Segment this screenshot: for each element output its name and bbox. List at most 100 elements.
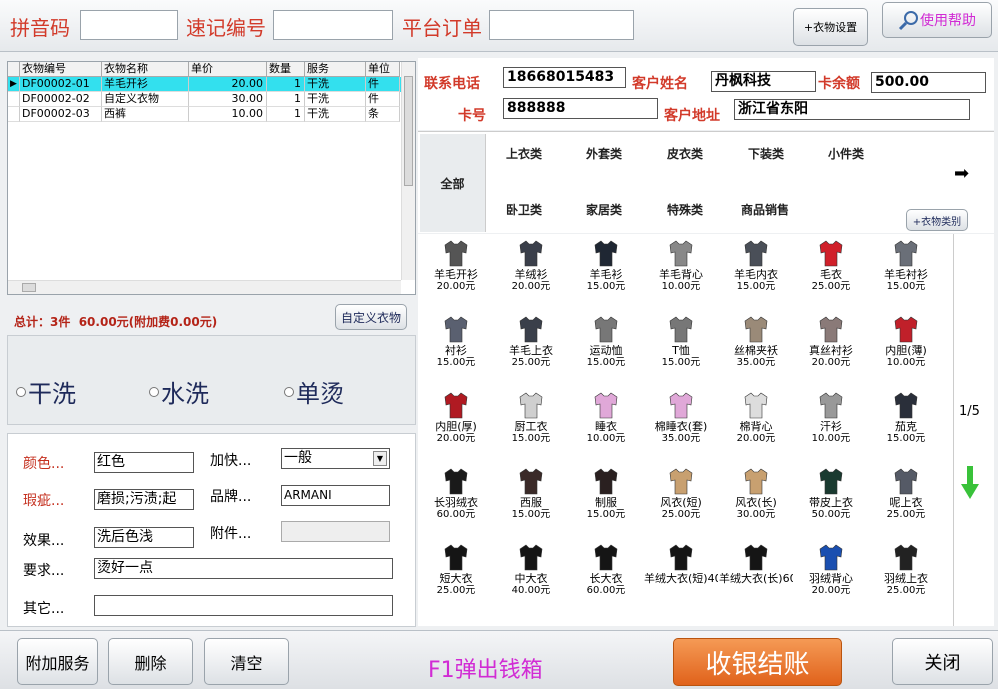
clothing-item[interactable]: 短大衣 25.00元 (418, 540, 494, 615)
col-header[interactable]: 衣物编号 (20, 62, 102, 77)
help-button[interactable]: 使用帮助 (882, 2, 992, 38)
clothing-item[interactable]: 羊绒大衣(短)40.... (643, 540, 719, 615)
accessory-field[interactable] (281, 521, 390, 542)
clothing-item[interactable]: 厨工衣 15.00元 (493, 388, 569, 463)
radio-iron-only[interactable]: 单烫 (284, 374, 344, 409)
scroll-thumb[interactable] (404, 76, 413, 186)
clothing-item[interactable]: 汗衫 10.00元 (793, 388, 869, 463)
flaw-label[interactable]: 瑕疵... (23, 490, 64, 510)
clothing-item[interactable]: 羊毛背心 10.00元 (643, 236, 719, 311)
color-label[interactable]: 颜色... (23, 453, 64, 473)
clothing-item[interactable]: 羊绒大衣(长)60.... (718, 540, 794, 615)
radio-water-wash[interactable]: 水洗 (149, 374, 209, 409)
clothing-item[interactable]: 运动恤 15.00元 (568, 312, 644, 387)
clothing-item[interactable]: 衬衫 15.00元 (418, 312, 494, 387)
delete-button[interactable]: 删除 (108, 638, 193, 685)
close-button[interactable]: 关闭 (892, 638, 993, 685)
effect-field[interactable]: 洗后色浅 (94, 527, 194, 548)
table-row[interactable]: DF00002-02 自定义衣物 30.00 1 干洗 件 (8, 92, 415, 107)
brand-field[interactable]: ARMANI (281, 485, 390, 506)
clothing-items-grid: 羊毛开衫 20.00元 羊绒衫 20.00元 羊毛衫 15.00元 羊毛背心 10.00元 羊毛… (418, 234, 953, 626)
custom-cloth-button[interactable]: 自定义衣物 (335, 304, 407, 330)
category-item[interactable]: 皮衣类 (667, 145, 703, 162)
cloth-settings-button[interactable]: +衣物设置 (793, 8, 868, 46)
clothing-item[interactable]: 羽绒背心 20.00元 (793, 540, 869, 615)
arrow-down-icon[interactable] (961, 466, 979, 500)
category-item[interactable]: 卧卫类 (506, 201, 542, 218)
category-item[interactable]: 下装类 (748, 145, 784, 162)
balance-field[interactable]: 500.00 (871, 72, 986, 93)
clothing-item[interactable]: 毛衣 25.00元 (793, 236, 869, 311)
scroll-thumb[interactable] (22, 283, 36, 292)
clothing-item[interactable]: 棉背心 20.00元 (718, 388, 794, 463)
address-field[interactable]: 浙江省东阳 (734, 99, 970, 120)
order-grid[interactable]: 衣物编号 衣物名称 单价 数量 服务 单位 ▶ DF00002-01 羊毛开衫 … (7, 61, 416, 295)
garment-icon (519, 392, 543, 419)
add-category-button[interactable]: +衣物类别 (906, 209, 968, 231)
garment-icon (444, 392, 468, 419)
pinyin-input[interactable] (80, 10, 178, 40)
customer-name-field[interactable]: 丹枫科技 (711, 71, 816, 92)
clothing-item[interactable]: 呢上衣 25.00元 (868, 464, 944, 539)
clothing-item[interactable]: 内胆(薄) 10.00元 (868, 312, 944, 387)
clothing-item[interactable]: 棉睡衣(套) 35.00元 (643, 388, 719, 463)
col-header[interactable]: 衣物名称 (102, 62, 189, 77)
card-field[interactable]: 888888 (503, 98, 658, 119)
clothing-item[interactable]: 长大衣 60.00元 (568, 540, 644, 615)
radio-dry-clean[interactable]: 干洗 (16, 374, 76, 409)
extra-service-button[interactable]: 附加服务 (17, 638, 98, 685)
clothing-item[interactable]: 长羽绒衣 60.00元 (418, 464, 494, 539)
chevron-down-icon[interactable]: ▼ (373, 451, 387, 466)
urgent-select[interactable]: 一般 ▼ (281, 448, 390, 469)
clothing-item[interactable]: 西服 15.00元 (493, 464, 569, 539)
checkout-button[interactable]: 收银结账 (673, 638, 842, 686)
grid-horizontal-scrollbar[interactable] (8, 280, 401, 294)
clothing-item[interactable]: 羽绒上衣 25.00元 (868, 540, 944, 615)
col-header[interactable]: 单价 (189, 62, 267, 77)
clothing-item[interactable]: 羊毛上衣 25.00元 (493, 312, 569, 387)
clothing-item[interactable]: 羊毛开衫 20.00元 (418, 236, 494, 311)
clothing-item[interactable]: 羊毛衬衫 15.00元 (868, 236, 944, 311)
col-header[interactable]: 服务 (305, 62, 366, 77)
category-item[interactable]: 特殊类 (667, 201, 703, 218)
category-item[interactable]: 小件类 (828, 145, 864, 162)
other-field[interactable] (94, 595, 393, 616)
clothing-item[interactable]: T恤 15.00元 (643, 312, 719, 387)
clothing-item[interactable]: 制服 15.00元 (568, 464, 644, 539)
category-all[interactable]: 全部 (420, 134, 486, 232)
clothing-item[interactable]: 丝棉夹袄 35.00元 (718, 312, 794, 387)
clothing-item[interactable]: 睡衣 10.00元 (568, 388, 644, 463)
garment-icon (444, 544, 468, 571)
color-field[interactable]: 红色 (94, 452, 194, 473)
radio-label: 干洗 (28, 380, 76, 408)
garment-icon (594, 544, 618, 571)
flaw-field[interactable]: 磨损;污渍;起 (94, 489, 194, 510)
clothing-item[interactable]: 羊毛内衣 15.00元 (718, 236, 794, 311)
clothing-item[interactable]: 风衣(短) 25.00元 (643, 464, 719, 539)
clothing-item[interactable]: 中大衣 40.00元 (493, 540, 569, 615)
clothing-item[interactable]: 羊毛衫 15.00元 (568, 236, 644, 311)
col-header[interactable]: 数量 (267, 62, 305, 77)
clothing-item[interactable]: 茄克 15.00元 (868, 388, 944, 463)
category-item[interactable]: 上衣类 (506, 145, 542, 162)
category-item[interactable]: 外套类 (586, 145, 622, 162)
urgent-label: 加快... (210, 453, 252, 469)
clothing-item[interactable]: 风衣(长) 30.00元 (718, 464, 794, 539)
clothing-item[interactable]: 内胆(厚) 20.00元 (418, 388, 494, 463)
quick-code-input[interactable] (273, 10, 393, 40)
category-item[interactable]: 商品销售 (741, 201, 789, 218)
table-row[interactable]: ▶ DF00002-01 羊毛开衫 20.00 1 干洗 件 (8, 77, 415, 92)
phone-field[interactable]: 18668015483 (503, 67, 626, 88)
clothing-item[interactable]: 真丝衬衫 20.00元 (793, 312, 869, 387)
col-header[interactable]: 单位 (366, 62, 400, 77)
garment-icon (744, 316, 768, 343)
table-row[interactable]: DF00002-03 西裤 10.00 1 干洗 条 (8, 107, 415, 122)
clothing-item[interactable]: 羊绒衫 20.00元 (493, 236, 569, 311)
arrow-right-icon[interactable]: ➡ (954, 163, 969, 184)
request-field[interactable]: 烫好一点 (94, 558, 393, 579)
grid-vertical-scrollbar[interactable] (401, 62, 415, 280)
clothing-item[interactable]: 带皮上衣 50.00元 (793, 464, 869, 539)
category-item[interactable]: 家居类 (586, 201, 622, 218)
platform-order-input[interactable] (489, 10, 634, 40)
clear-button[interactable]: 清空 (204, 638, 289, 685)
